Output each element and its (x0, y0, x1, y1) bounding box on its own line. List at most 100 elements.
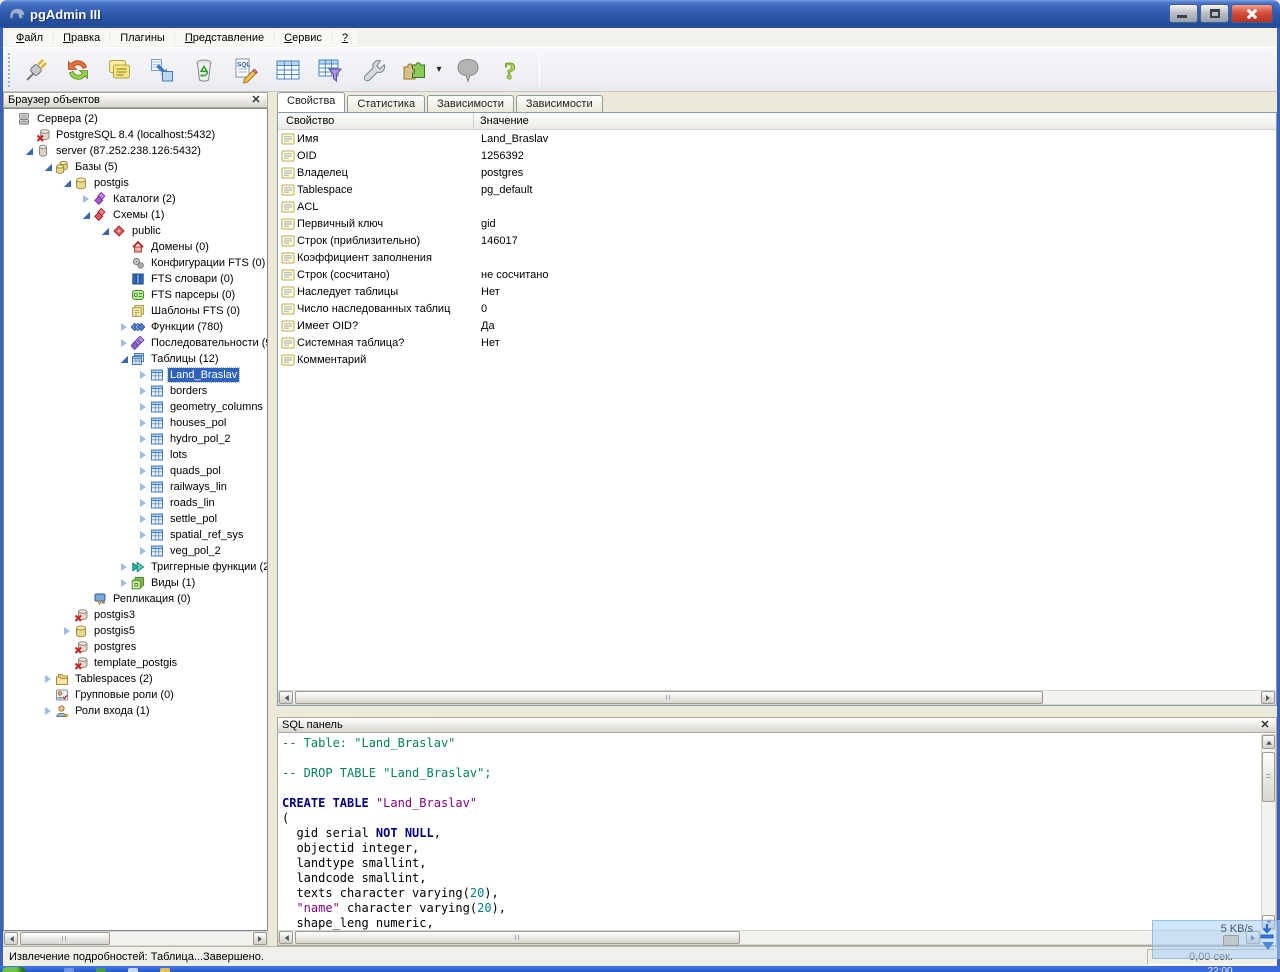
horizontal-splitter[interactable] (277, 706, 1277, 717)
tree-item-houses-pol[interactable]: houses_pol (4, 415, 267, 431)
property-row-комментарий[interactable]: Комментарий (278, 351, 1276, 368)
tree-item-домены-0[interactable]: Домены (0) (4, 239, 267, 255)
expand-arrow-icon[interactable] (137, 545, 150, 557)
menu-file[interactable]: Файл (7, 30, 52, 46)
menu-edit[interactable]: Правка (54, 30, 109, 46)
scroll-right-button[interactable] (1261, 691, 1275, 704)
tree-item-postgis3[interactable]: postgis3 (4, 607, 267, 623)
scroll-thumb[interactable] (20, 932, 110, 945)
tree-horizontal-scrollbar[interactable] (3, 931, 268, 946)
expand-arrow-icon[interactable] (137, 529, 150, 541)
menu-help[interactable]: ? (333, 30, 357, 46)
sql-code[interactable]: -- Table: "Land_Braslav" -- DROP TABLE "… (279, 734, 1260, 930)
collapse-arrow-icon[interactable] (42, 161, 55, 173)
expand-arrow-icon[interactable] (137, 513, 150, 525)
scroll-left-button[interactable] (279, 691, 293, 704)
expand-arrow-icon[interactable] (137, 497, 150, 509)
expand-arrow-icon[interactable] (61, 625, 74, 637)
expand-arrow-icon[interactable] (137, 369, 150, 381)
maintenance-button[interactable] (353, 51, 391, 89)
property-row-коэффициент-заполнения[interactable]: Коэффициент заполнения (278, 249, 1276, 266)
collapse-arrow-icon[interactable] (23, 145, 36, 157)
object-browser-close-button[interactable]: ✕ (249, 94, 263, 107)
property-row-oid[interactable]: OID1256392 (278, 147, 1276, 164)
collapse-arrow-icon[interactable] (80, 209, 93, 221)
create-object-button[interactable] (143, 51, 181, 89)
properties-horizontal-scrollbar[interactable] (278, 690, 1276, 705)
sql-vertical-scrollbar[interactable] (1261, 734, 1276, 930)
tree-item-borders[interactable]: borders (4, 383, 267, 399)
expand-down-icon[interactable] (1262, 942, 1274, 956)
scroll-up-button[interactable] (1262, 735, 1275, 749)
collapse-arrow-icon[interactable] (118, 353, 131, 365)
scroll-left-button[interactable] (279, 931, 293, 944)
property-row-имеет-oid[interactable]: Имеет OID?Да (278, 317, 1276, 334)
expand-arrow-icon[interactable] (137, 465, 150, 477)
query-tool-button[interactable]: SQL (227, 51, 265, 89)
collapse-arrow-icon[interactable] (99, 225, 112, 237)
maximize-button[interactable] (1200, 4, 1229, 23)
tree-item-roads-lin[interactable]: roads_lin (4, 495, 267, 511)
expand-arrow-icon[interactable] (42, 673, 55, 685)
tree-item-схемы-1[interactable]: Схемы (1) (4, 207, 267, 223)
expand-arrow-icon[interactable] (137, 401, 150, 413)
column-header-property[interactable]: Свойство (278, 113, 474, 129)
expand-arrow-icon[interactable] (137, 433, 150, 445)
tree-item-hydro-pol-2[interactable]: hydro_pol_2 (4, 431, 267, 447)
tab-статистика-1[interactable]: Статистика (347, 95, 425, 112)
scroll-thumb[interactable] (295, 691, 1043, 704)
tree-item-postgis5[interactable]: postgis5 (4, 623, 267, 639)
menu-plugins[interactable]: Плагины (111, 30, 174, 46)
tab-зависимости-2[interactable]: Зависимости (427, 95, 514, 112)
scroll-right-button[interactable] (253, 932, 267, 945)
sql-horizontal-scrollbar[interactable] (278, 930, 1261, 945)
property-row-первичный-ключ[interactable]: Первичный ключgid (278, 215, 1276, 232)
start-button[interactable] (2, 967, 26, 972)
tree-item-template-postgis[interactable]: template_postgis (4, 655, 267, 671)
expand-arrow-icon[interactable] (80, 193, 93, 205)
tree-item-сервера-2[interactable]: Сервера (2) (4, 111, 267, 127)
tab-зависимости-3[interactable]: Зависимости (516, 95, 603, 112)
property-row-число-наследованных-таблиц[interactable]: Число наследованных таблиц0 (278, 300, 1276, 317)
sql-pane-close-button[interactable]: ✕ (1258, 719, 1272, 732)
tree-item-public[interactable]: public (4, 223, 267, 239)
expand-arrow-icon[interactable] (118, 561, 131, 573)
tree-item-settle-pol[interactable]: settle_pol (4, 511, 267, 527)
object-properties-button[interactable] (101, 51, 139, 89)
tree-item-последовательности-9[interactable]: Последовательности (9) (4, 335, 267, 351)
tree-item-функции-780[interactable]: Функции (780) (4, 319, 267, 335)
property-row-tablespace[interactable]: Tablespacepg_default (278, 181, 1276, 198)
tree-item-postgis[interactable]: postgis (4, 175, 267, 191)
tree-item-таблицы-12[interactable]: Таблицы (12) (4, 351, 267, 367)
property-row-acl[interactable]: ACL (278, 198, 1276, 215)
property-row-системная-таблица[interactable]: Системная таблица?Нет (278, 334, 1276, 351)
taskbar-item[interactable] (160, 968, 170, 972)
property-row-наследует-таблицы[interactable]: Наследует таблицыНет (278, 283, 1276, 300)
tree-item-виды-1[interactable]: Виды (1) (4, 575, 267, 591)
close-button[interactable] (1231, 4, 1273, 23)
property-row-строк-сосчитано[interactable]: Строк (сосчитано)не сосчитано (278, 266, 1276, 283)
menu-tools[interactable]: Сервис (275, 30, 331, 46)
filtered-view-button[interactable] (311, 51, 349, 89)
scroll-thumb[interactable] (295, 931, 740, 944)
property-row-владелец[interactable]: Владелецpostgres (278, 164, 1276, 181)
expand-arrow-icon[interactable] (118, 337, 131, 349)
connect-button[interactable] (17, 51, 55, 89)
download-arrow-icon[interactable] (1258, 923, 1276, 939)
tree-item-fts-словари-0[interactable]: FTS словари (0) (4, 271, 267, 287)
tree-item-spatial-ref-sys[interactable]: spatial_ref_sys (4, 527, 267, 543)
tree-item-railways-lin[interactable]: railways_lin (4, 479, 267, 495)
plugins-button[interactable] (395, 51, 433, 89)
collapse-arrow-icon[interactable] (61, 177, 74, 189)
plugins-dropdown-arrow[interactable]: ▾ (433, 51, 445, 89)
refresh-button[interactable] (59, 51, 97, 89)
expand-arrow-icon[interactable] (137, 449, 150, 461)
expand-arrow-icon[interactable] (118, 321, 131, 333)
tree-item-postgresql-8-4-localhost-5432[interactable]: PostgreSQL 8.4 (localhost:5432) (4, 127, 267, 143)
tree-item-tablespaces-2[interactable]: Tablespaces (2) (4, 671, 267, 687)
tree-item-lots[interactable]: lots (4, 447, 267, 463)
tab-свойства-0[interactable]: Свойства (277, 92, 345, 112)
taskbar-item[interactable] (96, 968, 106, 972)
property-row-строк-приблизительно[interactable]: Строк (приблизительно)146017 (278, 232, 1276, 249)
title-bar[interactable]: pgAdmin III (0, 0, 1280, 28)
